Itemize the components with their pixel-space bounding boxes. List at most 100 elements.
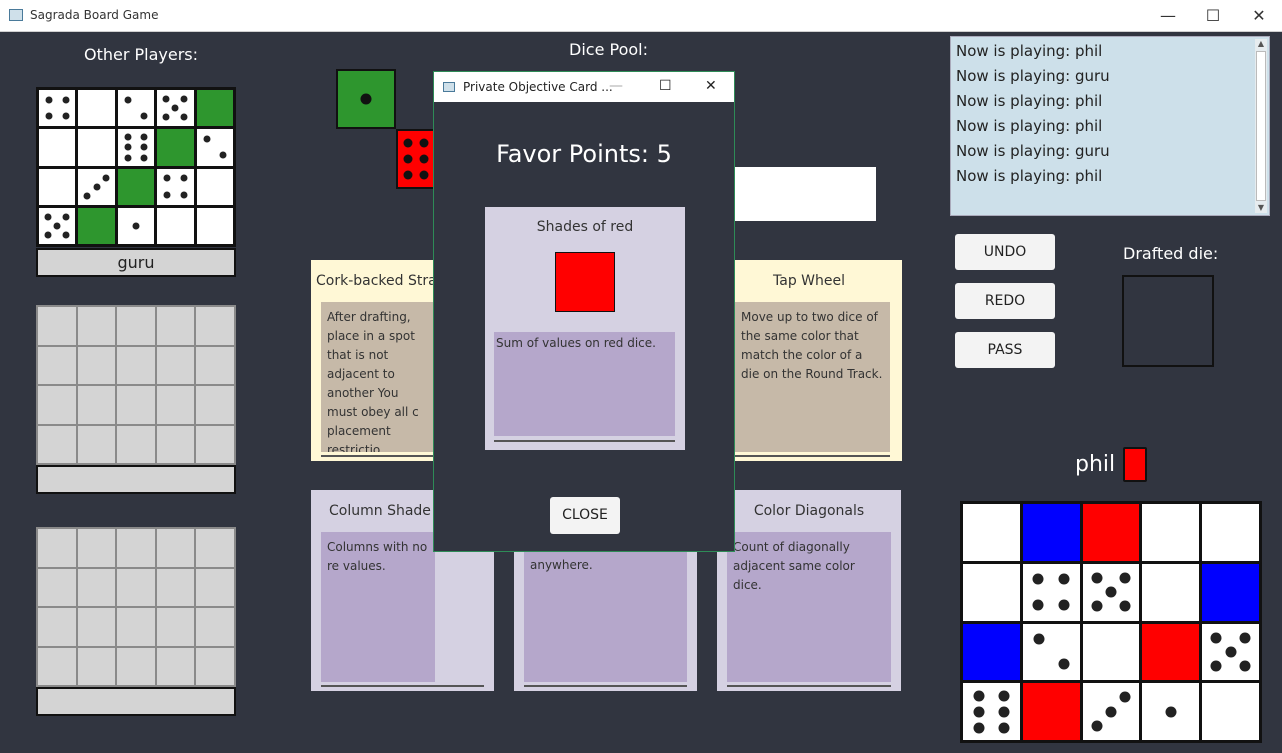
drafted-die-label: Drafted die: xyxy=(1123,244,1219,263)
board-cell[interactable] xyxy=(78,207,115,244)
board-cell[interactable] xyxy=(117,168,155,205)
board-cell xyxy=(196,425,234,463)
die-pip xyxy=(140,143,148,151)
board-cell xyxy=(38,568,76,606)
board-cell[interactable] xyxy=(1022,683,1080,740)
board-cell xyxy=(77,529,116,567)
pool-die-green-1[interactable] xyxy=(336,69,396,129)
board-cell xyxy=(156,608,195,646)
dialog-maximize-button[interactable]: ☐ xyxy=(659,78,672,94)
board-cell xyxy=(117,568,155,606)
tool-card-tap-wheel[interactable]: Tap Wheel Move up to two dice of the sam… xyxy=(735,260,902,461)
board-cell xyxy=(117,647,155,685)
board-cell[interactable] xyxy=(1082,623,1140,681)
board-cell xyxy=(156,568,195,606)
board-cell[interactable] xyxy=(1202,504,1259,561)
board-cell[interactable] xyxy=(196,168,233,205)
board-cell[interactable] xyxy=(963,504,1020,561)
dialog-minimize-button[interactable]: — xyxy=(609,78,623,94)
minimize-button[interactable]: — xyxy=(1145,0,1191,31)
board-cell xyxy=(38,647,76,685)
board-cell xyxy=(117,608,155,646)
board-cell[interactable] xyxy=(1202,563,1259,621)
die-pip xyxy=(998,706,1010,718)
log-line: Now is playing: phil xyxy=(956,42,1103,60)
board-cell[interactable] xyxy=(196,90,233,127)
board-cell[interactable] xyxy=(157,129,194,166)
board-cell xyxy=(77,568,116,606)
die-cell[interactable] xyxy=(196,129,233,166)
board-cell[interactable] xyxy=(1142,504,1200,561)
private-card-text: Sum of values on red dice. xyxy=(494,332,675,436)
pass-button[interactable]: PASS xyxy=(955,332,1055,368)
die-cell[interactable] xyxy=(1022,563,1080,621)
redo-button[interactable]: REDO xyxy=(955,283,1055,319)
board-cell[interactable] xyxy=(1202,683,1259,740)
die-cell[interactable] xyxy=(963,683,1020,740)
pool-die-red-6[interactable] xyxy=(396,129,436,189)
die-cell[interactable] xyxy=(117,90,155,127)
die-pip xyxy=(1033,633,1045,645)
die-pip xyxy=(62,112,70,120)
log-scrollbar[interactable]: ▲ ▼ xyxy=(1255,39,1267,213)
board-cell xyxy=(196,346,234,384)
die-cell[interactable] xyxy=(117,129,155,166)
close-dialog-button[interactable]: CLOSE xyxy=(550,497,620,534)
die-cell[interactable] xyxy=(1082,683,1140,740)
die-pip xyxy=(998,690,1010,702)
board-cell xyxy=(117,386,155,424)
game-log[interactable]: Now is playing: phil Now is playing: guru… xyxy=(950,36,1270,216)
tool-card-text: After drafting, place in a spot that is … xyxy=(321,302,435,452)
board-cell[interactable] xyxy=(78,129,115,166)
die-cell[interactable] xyxy=(1202,623,1259,681)
die-pip xyxy=(419,170,429,180)
die-cell[interactable] xyxy=(157,168,194,205)
board-cell[interactable] xyxy=(39,168,76,205)
die-pip xyxy=(140,154,148,162)
board-cell xyxy=(117,307,155,345)
empty-player-board-2 xyxy=(36,305,236,465)
undo-button[interactable]: UNDO xyxy=(955,234,1055,270)
board-cell[interactable] xyxy=(963,623,1020,681)
public-card-color-diagonals[interactable]: Color Diagonals Count of diagonally adja… xyxy=(717,490,901,691)
phil-window-board[interactable] xyxy=(960,501,1262,743)
die-pip xyxy=(45,96,53,104)
die-cell[interactable] xyxy=(1022,623,1080,681)
drafted-die-slot[interactable] xyxy=(1122,275,1214,367)
log-scroll-thumb[interactable] xyxy=(1256,51,1266,201)
die-cell[interactable] xyxy=(39,207,76,244)
board-cell[interactable] xyxy=(1142,623,1200,681)
die-cell[interactable] xyxy=(117,207,155,244)
board-cell[interactable] xyxy=(78,90,115,127)
board-cell[interactable] xyxy=(196,207,233,244)
die-cell[interactable] xyxy=(157,90,194,127)
dialog-close-icon[interactable]: ✕ xyxy=(705,78,717,94)
die-pip xyxy=(1210,660,1222,672)
player-name-guru: guru xyxy=(36,248,236,277)
die-pip xyxy=(1239,632,1251,644)
die-cell[interactable] xyxy=(1082,563,1140,621)
board-cell xyxy=(117,346,155,384)
public-card-text: Count of diagonally adjacent same color … xyxy=(727,532,891,682)
board-cell[interactable] xyxy=(157,207,194,244)
tool-card-cork-backed[interactable]: Cork-backed Strai After drafting, place … xyxy=(311,260,441,461)
die-cell[interactable] xyxy=(78,168,115,205)
board-cell[interactable] xyxy=(1022,504,1080,561)
board-cell[interactable] xyxy=(1082,504,1140,561)
log-line: Now is playing: phil xyxy=(956,167,1103,185)
maximize-button[interactable]: ☐ xyxy=(1190,0,1236,31)
die-cell[interactable] xyxy=(1142,683,1200,740)
public-card-2[interactable]: anywhere. xyxy=(514,550,697,691)
public-card-text: anywhere. xyxy=(524,550,687,682)
window-title: Sagrada Board Game xyxy=(30,8,159,22)
board-cell[interactable] xyxy=(963,563,1020,621)
die-cell[interactable] xyxy=(39,90,76,127)
board-cell[interactable] xyxy=(39,129,76,166)
die-pip xyxy=(124,133,132,141)
board-cell[interactable] xyxy=(1142,563,1200,621)
close-window-button[interactable]: ✕ xyxy=(1236,0,1282,31)
die-pip xyxy=(180,191,188,199)
board-cell xyxy=(196,529,234,567)
scroll-down-icon[interactable]: ▼ xyxy=(1255,203,1267,213)
scroll-up-icon[interactable]: ▲ xyxy=(1255,39,1267,49)
